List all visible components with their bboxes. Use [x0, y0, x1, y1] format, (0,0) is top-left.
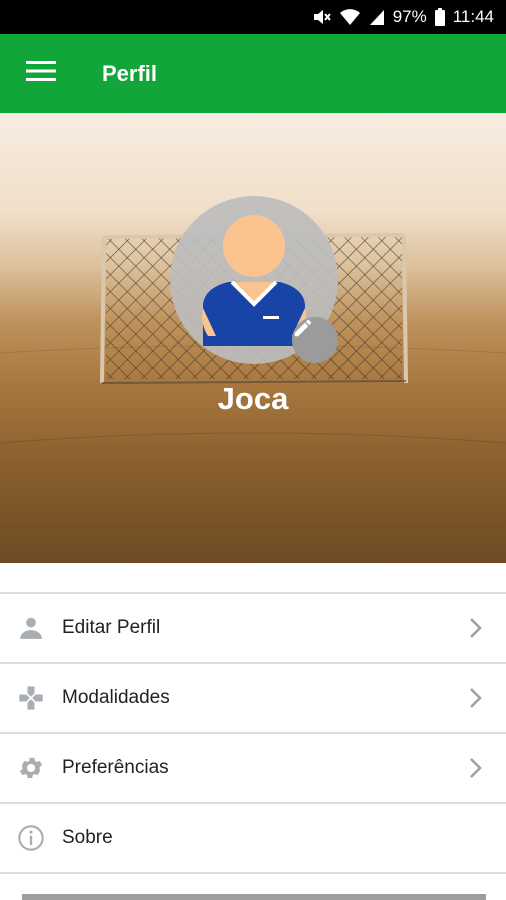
- scroll-indicator: [22, 894, 486, 900]
- profile-header: Joca: [0, 113, 506, 563]
- chevron-right-icon: [446, 757, 506, 779]
- app-bar: Perfil: [0, 34, 506, 113]
- wifi-icon: [339, 8, 361, 26]
- profile-menu: Editar Perfil Modalidades Preferências S…: [0, 592, 506, 874]
- signal-icon: [369, 8, 385, 26]
- gear-icon: [0, 754, 62, 782]
- menu-item-preferencias[interactable]: Preferências: [0, 732, 506, 802]
- menu-item-label: Editar Perfil: [62, 617, 161, 638]
- menu-item-label: Modalidades: [62, 687, 170, 708]
- page-title: Perfil: [102, 60, 158, 86]
- edit-avatar-button[interactable]: [292, 317, 338, 363]
- gamepad-icon: [0, 684, 62, 712]
- profile-name: Joca: [217, 381, 289, 416]
- battery-icon: [434, 8, 445, 26]
- menu-item-editar-perfil[interactable]: Editar Perfil: [0, 592, 506, 662]
- chevron-right-icon: [446, 617, 506, 639]
- battery-percent: 97%: [392, 7, 427, 26]
- menu-item-modalidades[interactable]: Modalidades: [0, 662, 506, 732]
- menu-item-label: Sobre: [62, 827, 113, 848]
- person-icon: [0, 615, 62, 641]
- menu-button[interactable]: [0, 34, 82, 113]
- info-icon: [0, 824, 62, 852]
- status-bar: 97% 11:44: [0, 0, 506, 34]
- chevron-right-icon: [446, 687, 506, 709]
- hamburger-menu-icon: [26, 60, 56, 87]
- clock: 11:44: [452, 7, 494, 26]
- menu-item-label: Preferências: [62, 757, 169, 778]
- mute-icon: [311, 8, 331, 26]
- menu-item-sobre[interactable]: Sobre: [0, 802, 506, 874]
